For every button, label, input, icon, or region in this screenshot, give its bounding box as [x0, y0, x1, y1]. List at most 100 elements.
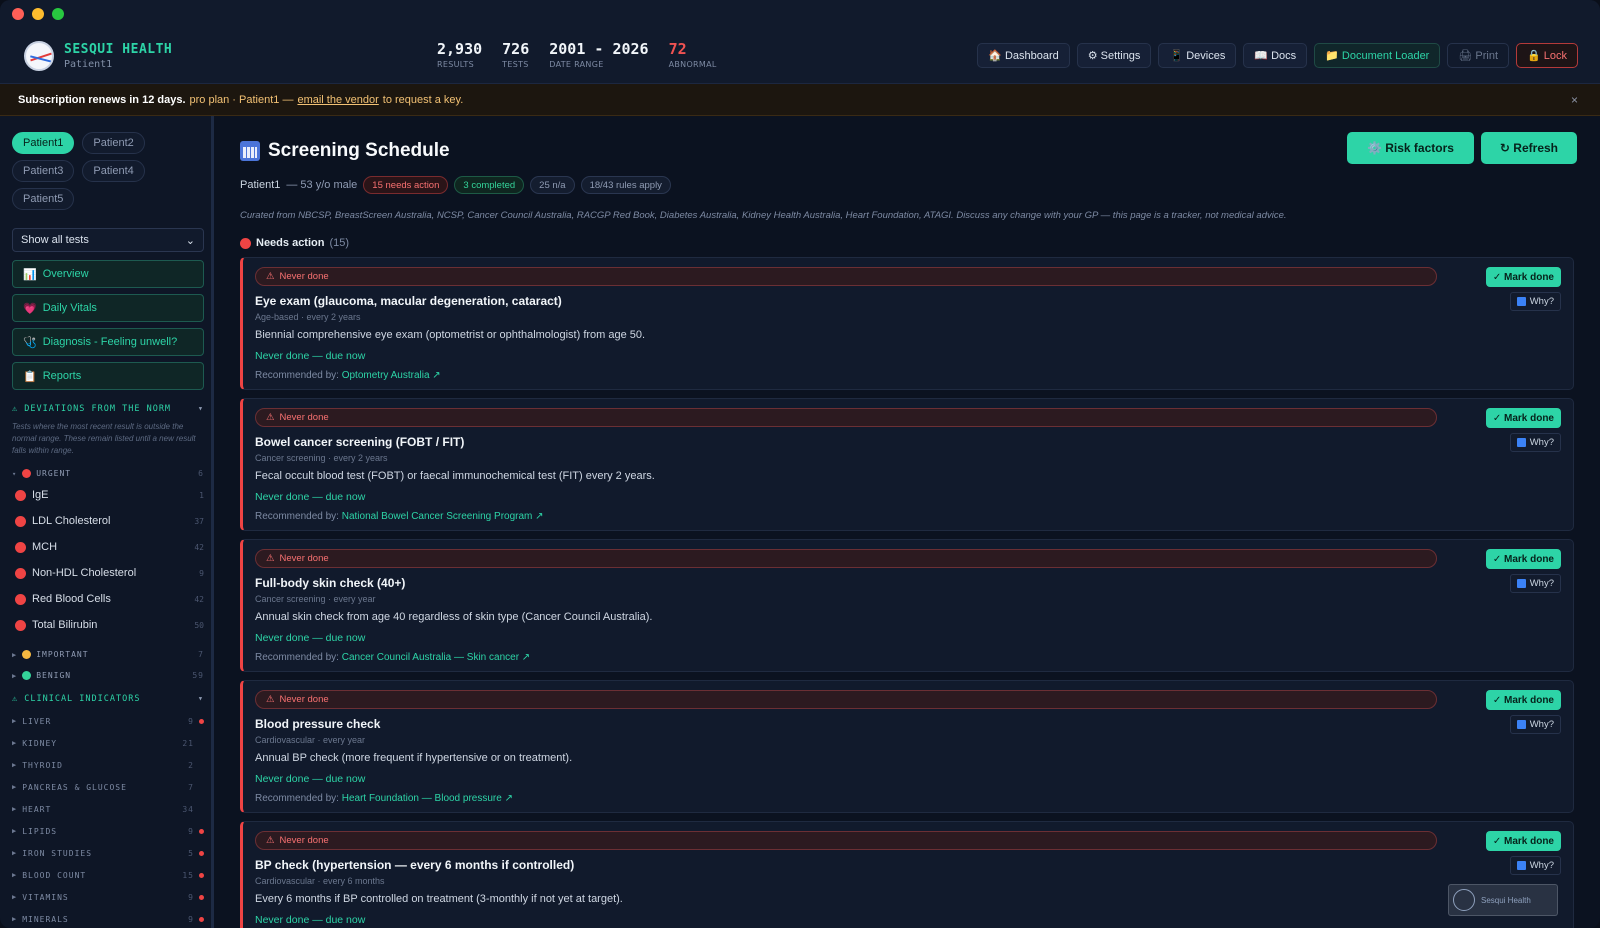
app-window: SESQUI HEALTH Patient1 2,930 RESULTS 726 TE…: [0, 0, 1600, 928]
warning-icon: ⚠: [266, 271, 275, 282]
close-window-button[interactable]: [12, 8, 24, 20]
deviation-count: 42: [194, 594, 204, 604]
patient-tab-5[interactable]: Patient5: [12, 188, 75, 210]
lock-button[interactable]: 🔒 Lock: [1516, 43, 1578, 68]
why-button[interactable]: Why?: [1509, 715, 1561, 734]
mark-done-button[interactable]: ✓ Mark done: [1485, 690, 1561, 710]
test-filter-select[interactable]: Show all tests ⌄: [12, 228, 204, 252]
deviation-item[interactable]: LDL Cholesterol 37: [12, 508, 204, 534]
card-recommended-by: Recommended by: Optometry Australia ↗: [255, 370, 1561, 381]
refresh-button[interactable]: ↻ Refresh: [1480, 132, 1577, 164]
dashboard-button[interactable]: 🏠 Dashboard: [977, 43, 1070, 68]
patient-tab-1[interactable]: Patient1: [12, 132, 75, 154]
deviation-item[interactable]: Red Blood Cells 42: [12, 586, 204, 612]
na-badge[interactable]: 25 n/a: [530, 176, 575, 194]
clinical-indicator-item[interactable]: ▶ HEART 34: [12, 798, 204, 820]
deviation-count: 1: [199, 490, 204, 500]
source-link[interactable]: Optometry Australia ↗: [342, 370, 441, 381]
indicator-count: 9: [188, 826, 194, 836]
deviation-name: MCH: [32, 541, 58, 553]
deviation-item[interactable]: Total Bilirubin 50: [12, 612, 204, 638]
patient-tab-2[interactable]: Patient2: [82, 132, 145, 154]
why-button[interactable]: Why?: [1509, 292, 1561, 311]
info-icon: [1516, 438, 1526, 447]
screening-card: ⚠ Never done BP check (hypertension — ever…: [240, 821, 1574, 928]
clinical-indicator-item[interactable]: ▶ THYROID 2: [12, 754, 204, 776]
deviations-header[interactable]: ⚠ DEVIATIONS FROM THE NORM ▾: [12, 404, 204, 414]
close-banner-icon[interactable]: ×: [1571, 93, 1578, 107]
deviation-count: 9: [199, 568, 204, 578]
patient-tab-4[interactable]: Patient4: [82, 160, 145, 182]
nav-diagnosis-feeling-unwell[interactable]: 🩺 Diagnosis - Feeling unwell?: [12, 328, 204, 356]
brand-logo-icon: [24, 40, 54, 71]
source-link[interactable]: National Bowel Cancer Screening Program …: [342, 511, 544, 522]
nav-label: Daily Vitals: [42, 302, 97, 314]
mark-done-button[interactable]: ✓ Mark done: [1485, 267, 1561, 287]
important-dot-icon: [22, 650, 32, 659]
maximize-window-button[interactable]: [52, 8, 64, 20]
screening-card: ⚠ Never done Eye exam (glaucoma, macular d…: [240, 257, 1574, 390]
why-button[interactable]: Why?: [1509, 433, 1561, 452]
stat-value: 726: [502, 40, 530, 58]
deviation-item[interactable]: IgE 1: [12, 482, 204, 508]
subscription-banner: Subscription renews in 12 days. pro plan…: [0, 84, 1600, 116]
indicator-count: 9: [188, 892, 194, 902]
completed-badge[interactable]: 3 completed: [454, 176, 525, 194]
clinical-indicator-item[interactable]: ▶ IRON STUDIES 5: [12, 842, 204, 864]
deviation-item[interactable]: MCH 42: [12, 534, 204, 560]
urgent-dot-icon: [15, 593, 26, 605]
urgent-count: 6: [198, 469, 204, 478]
urgent-dot-icon: [22, 469, 32, 478]
collapsed-triangle-icon: ▶: [12, 671, 18, 680]
nav-daily-vitals[interactable]: 💗 Daily Vitals: [12, 294, 204, 322]
devices-button[interactable]: 📱 Devices: [1158, 43, 1237, 68]
settings-button[interactable]: ⚙ Settings: [1076, 43, 1152, 68]
mark-done-button[interactable]: ✓ Mark done: [1485, 408, 1561, 428]
clinical-indicator-item[interactable]: ▶ BLOOD COUNT 15: [12, 864, 204, 886]
clinical-indicator-item[interactable]: ▶ VITAMINS 9: [12, 886, 204, 908]
test-filter-value: Show all tests: [21, 234, 89, 246]
email-vendor-link[interactable]: email the vendor: [297, 94, 378, 106]
source-link[interactable]: Cancer Council Australia — Skin cancer ↗: [342, 652, 530, 663]
deviation-name: IgE: [32, 489, 49, 501]
needs-action-group-header: Needs action (15): [240, 237, 1578, 249]
clinical-indicator-item[interactable]: ▶ LIPIDS 9: [12, 820, 204, 842]
why-button[interactable]: Why?: [1509, 856, 1561, 875]
minimize-window-button[interactable]: [32, 8, 44, 20]
document-loader-button[interactable]: 📁 Document Loader: [1314, 43, 1441, 68]
clinical-indicator-item[interactable]: ▶ KIDNEY 21: [12, 732, 204, 754]
daily-vitals-icon: 💗: [23, 302, 37, 315]
disclaimer: Curated from NBCSP, BreastScreen Austral…: [240, 210, 1287, 221]
status-badge: ⚠ Never done: [255, 831, 1437, 850]
risk-factors-button[interactable]: ⚙️ Risk factors: [1346, 132, 1474, 164]
brand[interactable]: SESQUI HEALTH Patient1: [24, 40, 424, 71]
nav-reports[interactable]: 📋 Reports: [12, 362, 204, 390]
mark-done-button[interactable]: ✓ Mark done: [1485, 831, 1561, 851]
indicator-count: 21: [182, 738, 194, 748]
needs-action-badge[interactable]: 15 needs action: [363, 176, 449, 194]
print-button[interactable]: 🖨 Print: [1447, 43, 1509, 68]
important-group-toggle[interactable]: ▶ IMPORTANT 7: [12, 650, 204, 659]
why-button[interactable]: Why?: [1509, 574, 1561, 593]
clinical-indicator-item[interactable]: ▶ MINERALS 9: [12, 908, 204, 928]
source-link[interactable]: Heart Foundation — Blood pressure ↗: [342, 793, 513, 804]
clinical-indicators-header[interactable]: ⚠ CLINICAL INDICATORS ▾: [12, 694, 204, 704]
brand-name: SESQUI HEALTH: [64, 41, 173, 57]
indicator-count: 7: [188, 782, 194, 792]
clinical-indicator-item[interactable]: ▶ LIVER 9: [12, 710, 204, 732]
docs-button[interactable]: 📖 Docs: [1243, 43, 1308, 68]
card-title: Bowel cancer screening (FOBT / FIT): [255, 435, 465, 449]
nav-overview[interactable]: 📊 Overview: [12, 260, 204, 288]
deviation-item[interactable]: Non-HDL Cholesterol 9: [12, 560, 204, 586]
clinical-indicator-item[interactable]: ▶ PANCREAS & GLUCOSE 7: [12, 776, 204, 798]
mark-done-button[interactable]: ✓ Mark done: [1485, 549, 1561, 569]
benign-group-toggle[interactable]: ▶ BENIGN 59: [12, 671, 204, 680]
card-description: Annual skin check from age 40 regardless…: [255, 611, 653, 623]
rules-apply-badge[interactable]: 18/43 rules apply: [580, 176, 671, 194]
stats-bar: 2,930 RESULTS 726 TESTS 2001 - 2026 DATE RANG…: [437, 40, 717, 69]
alert-dot-icon: [199, 873, 204, 878]
urgent-group-toggle[interactable]: ▾ URGENT 6: [12, 469, 204, 478]
info-icon: [1516, 861, 1526, 870]
patient-tab-3[interactable]: Patient3: [12, 160, 75, 182]
banner-text-end: to request a key.: [382, 93, 464, 106]
